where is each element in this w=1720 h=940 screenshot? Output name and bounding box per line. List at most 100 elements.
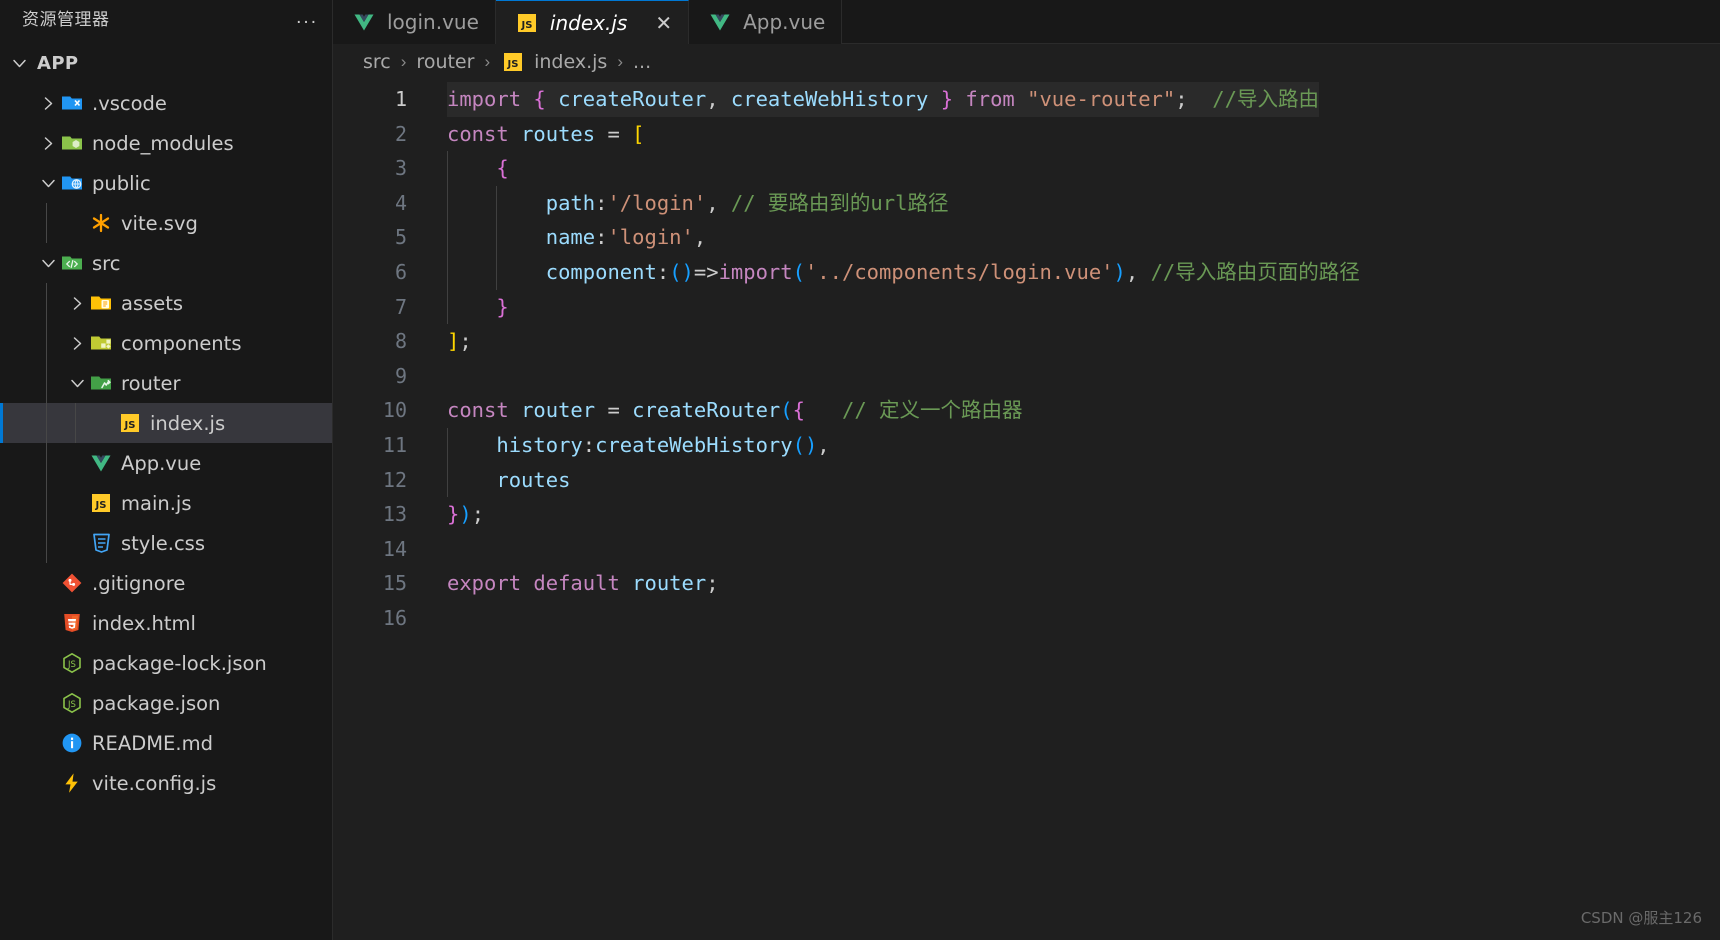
breadcrumb-part[interactable]: src [363,51,391,73]
tree-item-public[interactable]: public [0,163,332,203]
code-line-text: path:'/login', // 要路由到的url路径 [545,190,949,215]
more-actions-icon[interactable]: ... [296,8,318,27]
components-folder-icon [88,330,114,356]
chevron-right-icon[interactable] [66,332,88,354]
code-line-text: component:()=>import('../components/logi… [545,259,1360,284]
svg-text:JS: JS [520,20,532,31]
tree-item-router[interactable]: router [0,363,332,403]
indent-guide [447,462,448,498]
tree-item-package-lock-json[interactable]: JS package-lock.json [0,643,332,683]
code-line-text: history:createWebHistory(), [496,432,830,457]
indent-guide [447,254,448,290]
indent-guide [46,443,47,483]
svg-text:JS: JS [124,420,136,431]
tree-item-label: index.js [150,411,226,435]
code-line[interactable]: ]; [425,324,1720,359]
code-line-text: const router = createRouter({ // 定义一个路由器 [447,398,1023,423]
svg-text:JS: JS [95,500,107,511]
code-line[interactable]: path:'/login', // 要路由到的url路径 [425,185,1720,221]
chevron-right-icon[interactable] [66,292,88,314]
line-number: 15 [382,571,407,596]
code-line[interactable]: name:'login', [425,220,1720,255]
code-line[interactable]: routes [425,462,1720,498]
indent-guide [75,403,76,443]
line-number: 3 [394,156,407,181]
tree-item-main-js[interactable]: JS main.js [0,483,332,523]
tree-item-app-vue[interactable]: App.vue [0,443,332,483]
code-line[interactable] [425,532,1720,567]
info-icon [59,730,85,756]
tree-item-src[interactable]: src [0,243,332,283]
code-line-text: import { createRouter, createWebHistory … [447,82,1319,117]
tree-item-assets[interactable]: assets [0,283,332,323]
line-number: 13 [382,502,407,527]
tree-item-label: App.vue [121,451,202,475]
js-icon: JS [514,10,540,36]
breadcrumb-part[interactable]: router [416,51,474,73]
nodejs-icon: JS [59,690,85,716]
tree-item-index-js[interactable]: JS index.js [0,403,332,443]
code-line[interactable]: }); [425,497,1720,532]
tree-item-components[interactable]: components [0,323,332,363]
tree-item-label: src [92,251,121,275]
editor-tab-app-vue[interactable]: App.vue [689,0,843,44]
tree-item-label: router [121,371,181,395]
code-line[interactable] [425,359,1720,394]
indent-guide [46,483,47,523]
breadcrumb-part[interactable]: index.js [534,51,607,73]
tree-item-label: style.css [121,531,205,555]
html-icon [59,610,85,636]
router-folder-icon [88,370,114,396]
breadcrumb-part[interactable]: ... [633,51,651,73]
code-line[interactable]: { [425,151,1720,186]
tree-item-style-css[interactable]: style.css [0,523,332,563]
tree-item--gitignore[interactable]: .gitignore [0,563,332,603]
chevron-down-icon[interactable] [8,52,30,74]
code-content[interactable]: import { createRouter, createWebHistory … [425,80,1720,940]
tree-root-app[interactable]: APP [0,43,332,83]
code-line[interactable]: const routes = [ [425,117,1720,152]
tree-item-package-json[interactable]: JS package.json [0,683,332,723]
code-line[interactable]: history:createWebHistory(), [425,427,1720,463]
tree-item-vite-config-js[interactable]: vite.config.js [0,763,332,803]
assets-folder-icon [88,290,114,316]
code-editor[interactable]: 1 2 3 4 5 6 7 8 9 10 11 12 13 14 15 16 import { createR… [333,80,1720,940]
vite-config-icon [59,770,85,796]
js-icon: JS [500,49,526,75]
node-folder-icon [59,130,85,156]
chevron-down-icon[interactable] [37,252,59,274]
line-number: 7 [394,294,407,319]
tree-item-readme-md[interactable]: README.md [0,723,332,763]
vue-icon [707,9,733,35]
code-line-text: }); [447,502,485,527]
chevron-right-icon[interactable] [37,92,59,114]
editor-tab-login-vue[interactable]: login.vue [333,0,496,44]
code-line-text: const routes = [ [447,121,645,146]
tab-label: login.vue [387,10,479,34]
chevron-down-icon[interactable] [66,372,88,394]
tree-item-label: public [92,171,151,195]
tree-item-label: assets [121,291,184,315]
explorer-sidebar: 资源管理器 ... APP .vscode node_modules public vi… [0,0,333,940]
indent-guide [496,254,498,290]
tree-item-index-html[interactable]: index.html [0,603,332,643]
code-line[interactable]: export default router; [425,566,1720,601]
tree-item-label: vite.svg [121,211,198,235]
nodejs-icon: JS [59,650,85,676]
line-number: 9 [394,363,407,388]
code-line[interactable]: const router = createRouter({ // 定义一个路由器 [425,393,1720,428]
close-icon[interactable]: ✕ [655,13,672,33]
code-line[interactable]: import { createRouter, createWebHistory … [425,82,1720,117]
editor-tab-index-js[interactable]: JS index.js ✕ [495,0,690,44]
code-line[interactable]: component:()=>import('../components/logi… [425,254,1720,290]
tree-item-label: APP [37,52,79,74]
tree-item-vite-svg[interactable]: vite.svg [0,203,332,243]
chevron-down-icon[interactable] [37,172,59,194]
code-line[interactable]: } [425,289,1720,325]
code-line[interactable] [425,601,1720,636]
file-tree: APP .vscode node_modulespublic vite.svg src a… [0,35,332,940]
tree-item--vscode[interactable]: .vscode [0,83,332,123]
chevron-right-icon[interactable] [37,132,59,154]
indent-guide [447,151,448,186]
tree-item-node-modules[interactable]: node_modules [0,123,332,163]
